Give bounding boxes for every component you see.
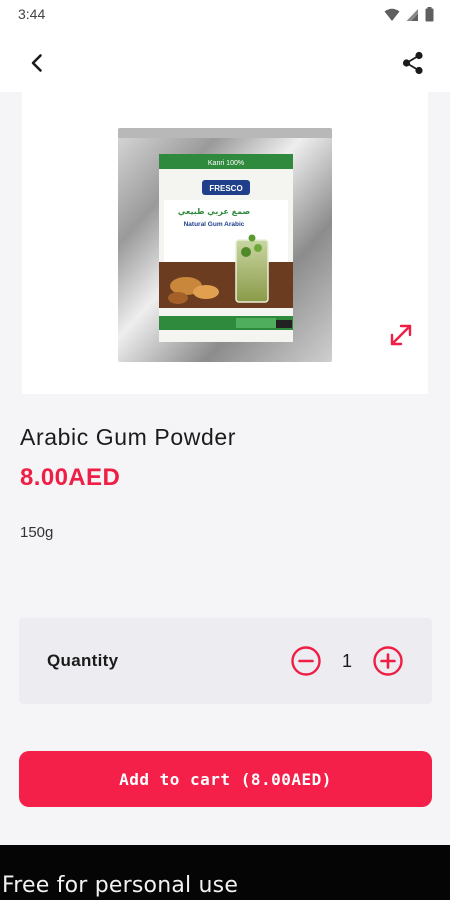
status-time: 3:44 bbox=[18, 6, 46, 22]
package-arabic-title: صمغ عربي طبيعي bbox=[178, 207, 251, 216]
app-bar bbox=[0, 30, 450, 92]
back-button[interactable] bbox=[22, 48, 52, 78]
increase-quantity-button[interactable] bbox=[372, 645, 404, 677]
add-to-cart-button[interactable]: Add to cart (8.00AED) bbox=[19, 751, 432, 807]
package-top-strip: Kanri 100% bbox=[208, 160, 244, 167]
quantity-value: 1 bbox=[341, 651, 352, 671]
plus-circle-icon bbox=[373, 646, 403, 676]
share-button[interactable] bbox=[398, 48, 428, 78]
back-arrow-icon bbox=[31, 54, 42, 72]
watermark-banner: Free for personal use bbox=[0, 845, 450, 900]
product-name: Arabic Gum Powder bbox=[20, 424, 236, 450]
decrease-quantity-button[interactable] bbox=[290, 645, 322, 677]
package-brand: FRESCO bbox=[209, 184, 242, 193]
expand-icon bbox=[390, 324, 412, 346]
minus-circle-icon bbox=[291, 646, 321, 676]
battery-icon bbox=[425, 7, 434, 22]
product-image[interactable]: Kanri 100% FRESCO صمغ عربي طبيعي Natural… bbox=[118, 128, 332, 362]
quantity-selector: Quantity 1 bbox=[19, 618, 432, 704]
wifi-icon bbox=[384, 8, 400, 21]
share-icon bbox=[402, 51, 423, 75]
product-price: 8.00AED bbox=[20, 464, 121, 491]
signal-icon bbox=[406, 8, 418, 21]
package-english-title: Natural Gum Arabic bbox=[184, 221, 245, 228]
status-bar: 3:44 bbox=[0, 0, 450, 30]
banner-text: Free for personal use bbox=[2, 873, 239, 898]
product-package-image: Kanri 100% FRESCO صمغ عربي طبيعي Natural… bbox=[118, 128, 332, 362]
quantity-label: Quantity bbox=[47, 651, 119, 670]
product-image-gallery: Kanri 100% FRESCO صمغ عربي طبيعي Natural… bbox=[0, 92, 450, 394]
expand-image-button[interactable] bbox=[378, 312, 424, 358]
status-icons bbox=[384, 7, 434, 22]
product-weight: 150g bbox=[20, 524, 54, 541]
